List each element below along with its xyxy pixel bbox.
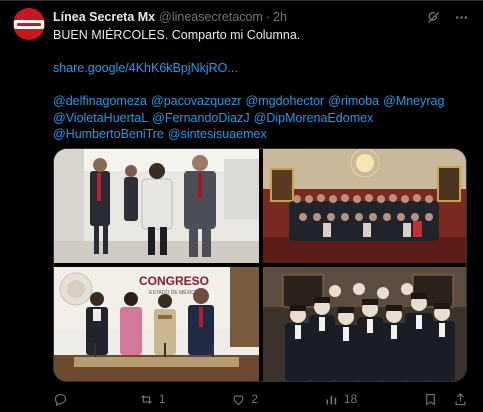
article-link[interactable]: share.google/4KhK6kBpjNkjRO...: [53, 61, 238, 75]
mention-link[interactable]: @DipMorenaEdomex: [254, 111, 374, 125]
bookmark-icon[interactable]: [423, 392, 438, 407]
like-button[interactable]: 2: [231, 392, 258, 407]
tweet-text: BUEN MIÉRCOLES. Comparto mi Columna. sha…: [53, 27, 468, 143]
mention-link[interactable]: @sintesisuaemex: [168, 127, 267, 141]
mentions-line-2: @VioletaHuertaL @FernandoDiazJ @DipMorenaE…: [53, 110, 468, 127]
mentions-line-3: @HumbertoBeniTre @sintesisuaemex: [53, 126, 468, 143]
separator-dot: ·: [265, 10, 271, 24]
author-name[interactable]: Línea Secreta Mx: [53, 10, 155, 24]
views-icon: [326, 395, 336, 404]
congreso-sign-title: CONGRESO: [139, 274, 209, 288]
retweet-count: 1: [158, 392, 166, 406]
more-icon[interactable]: [453, 9, 469, 25]
mention-link[interactable]: @VioletaHuertaL: [53, 111, 148, 125]
congreso-sign-subtitle: ESTADO DE MÉXICO: [149, 289, 199, 296]
tweet-top-actions: [425, 9, 469, 25]
photo-hallway[interactable]: [54, 149, 259, 263]
mention-link[interactable]: @rimoba: [328, 94, 379, 108]
author-handle[interactable]: @lineasecretacom: [159, 10, 263, 24]
mentions-line-1: @delfinagomeza @pacovazquezr @mgdohector @r…: [53, 93, 468, 110]
views-count: 18: [343, 392, 358, 406]
photo-students[interactable]: [263, 267, 466, 381]
like-icon: [233, 394, 244, 405]
reply-icon: [54, 393, 67, 406]
mention-link[interactable]: @HumbertoBeniTre: [53, 127, 164, 141]
mention-link[interactable]: @pacovazquezr: [151, 94, 242, 108]
tweet-header: Línea Secreta Mx @lineasecretacom · 2h: [53, 9, 287, 25]
tweet-text-line: BUEN MIÉRCOLES. Comparto mi Columna.: [53, 28, 301, 42]
reply-button[interactable]: [53, 392, 73, 407]
avatar-logo: [14, 19, 44, 29]
photo-congreso[interactable]: CONGRESO ESTADO DE MÉXICO: [54, 267, 259, 381]
photo-group-room[interactable]: [263, 149, 466, 263]
mention-link[interactable]: @Mneyrag: [383, 94, 444, 108]
mention-link[interactable]: @delfinagomeza: [53, 94, 147, 108]
retweet-button[interactable]: 1: [139, 392, 166, 407]
share-icon[interactable]: [453, 392, 468, 407]
mention-link[interactable]: @FernandoDiazJ: [152, 111, 249, 125]
views-button[interactable]: 18: [324, 392, 357, 407]
tweet-card[interactable]: Línea Secreta Mx @lineasecretacom · 2h B…: [0, 0, 483, 412]
like-count: 2: [251, 392, 258, 406]
tweet-actions: 1 2 18: [53, 390, 468, 408]
timestamp[interactable]: 2h: [273, 10, 287, 24]
bookmark-share-group: [423, 392, 468, 407]
retweet-icon: [140, 394, 152, 404]
grok-icon[interactable]: [425, 9, 441, 25]
mention-link[interactable]: @mgdohector: [246, 94, 325, 108]
avatar[interactable]: [13, 8, 45, 40]
media-grid: CONGRESO ESTADO DE MÉXICO: [53, 148, 467, 382]
